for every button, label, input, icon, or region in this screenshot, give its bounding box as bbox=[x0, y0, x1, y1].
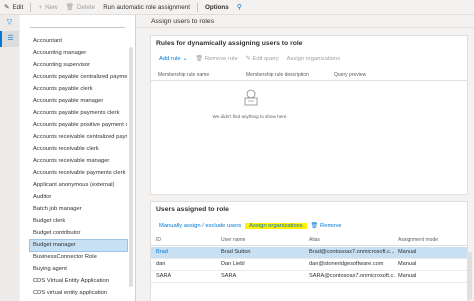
action-pane: ✎ Edit + New 🗑 Delete Run automatic role… bbox=[0, 0, 474, 15]
page-scrollbar[interactable] bbox=[468, 252, 472, 300]
manually-assign-exclude-users-button[interactable]: Manually assign / exclude users bbox=[155, 223, 245, 229]
separator bbox=[197, 2, 198, 12]
column-header-user-name[interactable]: User name bbox=[221, 236, 245, 245]
role-list-item[interactable]: Accounts receivable payments clerk bbox=[30, 168, 127, 179]
role-list-item[interactable]: CDS Virtual Entity Application bbox=[30, 276, 127, 287]
user-cell-mode: Manual bbox=[398, 273, 417, 279]
user-cell-alias: SARA@contosoax7.onmicrosoft.c... bbox=[309, 273, 395, 279]
role-list-item[interactable]: Accounts receivable centralized paymen bbox=[30, 132, 127, 143]
role-list-item[interactable]: Auditor bbox=[30, 192, 127, 203]
add-rule-button[interactable]: Add rule ⌄ bbox=[155, 56, 191, 62]
rules-title: Rules for dynamically assigning users to… bbox=[156, 40, 303, 47]
chevron-down-icon: ⌄ bbox=[182, 56, 188, 62]
users-title: Users assigned to role bbox=[156, 206, 229, 213]
role-list-item[interactable]: Accounts payable payments clerk bbox=[30, 108, 127, 119]
role-list-item[interactable]: Budget manager bbox=[29, 239, 128, 252]
role-list-item[interactable]: Accounting supervisor bbox=[30, 60, 127, 71]
new-button[interactable]: + New bbox=[34, 0, 61, 14]
delete-button[interactable]: 🗑 Delete bbox=[62, 0, 99, 14]
plus-icon: + bbox=[38, 3, 43, 11]
user-cell-mode: Manual bbox=[398, 261, 417, 267]
separator bbox=[30, 2, 32, 12]
rules-actions: Add rule ⌄ 🗑 Remove rule ✎ Edit query As… bbox=[151, 56, 467, 62]
user-cell-name: Brad Sutton bbox=[221, 249, 251, 255]
remove-user-button[interactable]: 🗑 Remove bbox=[307, 223, 346, 229]
role-list-item[interactable]: Accounts receivable manager bbox=[30, 156, 127, 167]
pencil-icon: ✎ bbox=[4, 4, 10, 11]
rules-grid-header: Membership rule name Membership rule des… bbox=[151, 71, 467, 81]
role-list-item[interactable]: BusinessConnector Role bbox=[30, 252, 127, 263]
run-automatic-role-assignment-button[interactable]: Run automatic role assignment bbox=[99, 0, 194, 14]
column-header-alias[interactable]: Alias bbox=[309, 236, 320, 245]
column-header-rule-description[interactable]: Membership rule description bbox=[246, 71, 309, 80]
users-grid-header: ID User name Alias Assignment mode bbox=[151, 236, 467, 246]
options-tab[interactable]: Options bbox=[201, 0, 233, 14]
user-cell-id: SARA bbox=[156, 273, 172, 279]
trash-icon: 🗑 bbox=[195, 56, 203, 62]
user-row[interactable]: Brad Brad Sutton Brad@contosoax7.onmicroso… bbox=[151, 247, 467, 259]
trash-icon: 🗑 bbox=[65, 4, 74, 11]
user-row[interactable]: SARA SARA SARA@contosoax7.onmicrosoft.c...… bbox=[151, 271, 467, 283]
role-list-item[interactable]: Accounting manager bbox=[30, 48, 127, 59]
pencil-icon: ✎ bbox=[245, 56, 251, 62]
search-icon[interactable]: ⚲ bbox=[233, 3, 246, 11]
user-cell-name: SARA bbox=[221, 273, 237, 279]
users-assign-organizations-button[interactable]: Assign organizations bbox=[245, 223, 307, 229]
role-list-scrollbar[interactable] bbox=[129, 47, 133, 287]
column-header-id[interactable]: ID bbox=[156, 236, 161, 245]
user-cell-alias: Brad@contosoax7.onmicrosoft.c... bbox=[309, 249, 395, 255]
role-list-item[interactable]: Batch job manager bbox=[30, 204, 127, 215]
role-list-item[interactable]: Accounts payable positive payment clerk bbox=[30, 120, 127, 131]
rules-assign-organizations-button[interactable]: Assign organizations bbox=[283, 56, 345, 62]
user-cell-id: dan bbox=[156, 261, 166, 267]
edit-button[interactable]: ✎ Edit bbox=[0, 0, 27, 14]
role-list-item[interactable]: Accounts payable clerk bbox=[30, 84, 127, 95]
role-list-item[interactable]: Accounts payable manager bbox=[30, 96, 127, 107]
empty-state-icon bbox=[244, 89, 258, 106]
remove-rule-button[interactable]: 🗑 Remove rule bbox=[191, 56, 241, 62]
role-list-item[interactable]: Accountant bbox=[30, 36, 127, 47]
role-filter-input[interactable] bbox=[30, 18, 125, 28]
role-list-item[interactable]: CDS virtual entity application bbox=[30, 288, 127, 299]
users-actions: Manually assign / exclude users Assign o… bbox=[151, 223, 467, 229]
column-header-assignment-mode[interactable]: Assignment mode bbox=[398, 236, 438, 245]
role-list-item[interactable]: Accounts receivable clerk bbox=[30, 144, 127, 155]
role-list-item[interactable]: Accounts payable centralized payments bbox=[30, 72, 127, 83]
role-list-item[interactable]: Budget contributor bbox=[30, 228, 127, 239]
role-list-item[interactable]: Budget clerk bbox=[30, 216, 127, 227]
user-cell-mode: Manual bbox=[398, 249, 417, 255]
filter-icon[interactable]: ▽ bbox=[0, 15, 19, 31]
role-list-item[interactable]: Applicant anonymous (external) bbox=[30, 180, 127, 191]
column-header-query-preview[interactable]: Query preview bbox=[334, 71, 366, 80]
user-row[interactable]: dan Dan Liebl dan@stoneridgesoftware.com Ma… bbox=[151, 259, 467, 271]
edit-query-button[interactable]: ✎ Edit query bbox=[242, 56, 283, 62]
left-nav: ▽ ☰ bbox=[0, 15, 19, 301]
list-icon[interactable]: ☰ bbox=[0, 31, 19, 47]
user-cell-name: Dan Liebl bbox=[221, 261, 245, 267]
role-list-panel: Accountant Accounting manager Accounting s… bbox=[20, 15, 136, 301]
role-list-item[interactable]: Buying agent bbox=[30, 264, 127, 275]
page-title: Assign users to roles bbox=[136, 15, 474, 28]
trash-icon: 🗑 bbox=[310, 223, 319, 229]
user-cell-id: Brad bbox=[156, 249, 168, 255]
empty-state-text: We didn't find anything to show here. bbox=[212, 114, 288, 119]
users-card: Users assigned to role Manually assign /… bbox=[150, 201, 468, 301]
user-cell-alias: dan@stoneridgesoftware.com bbox=[309, 261, 384, 267]
column-header-rule-name[interactable]: Membership rule name bbox=[158, 71, 209, 80]
